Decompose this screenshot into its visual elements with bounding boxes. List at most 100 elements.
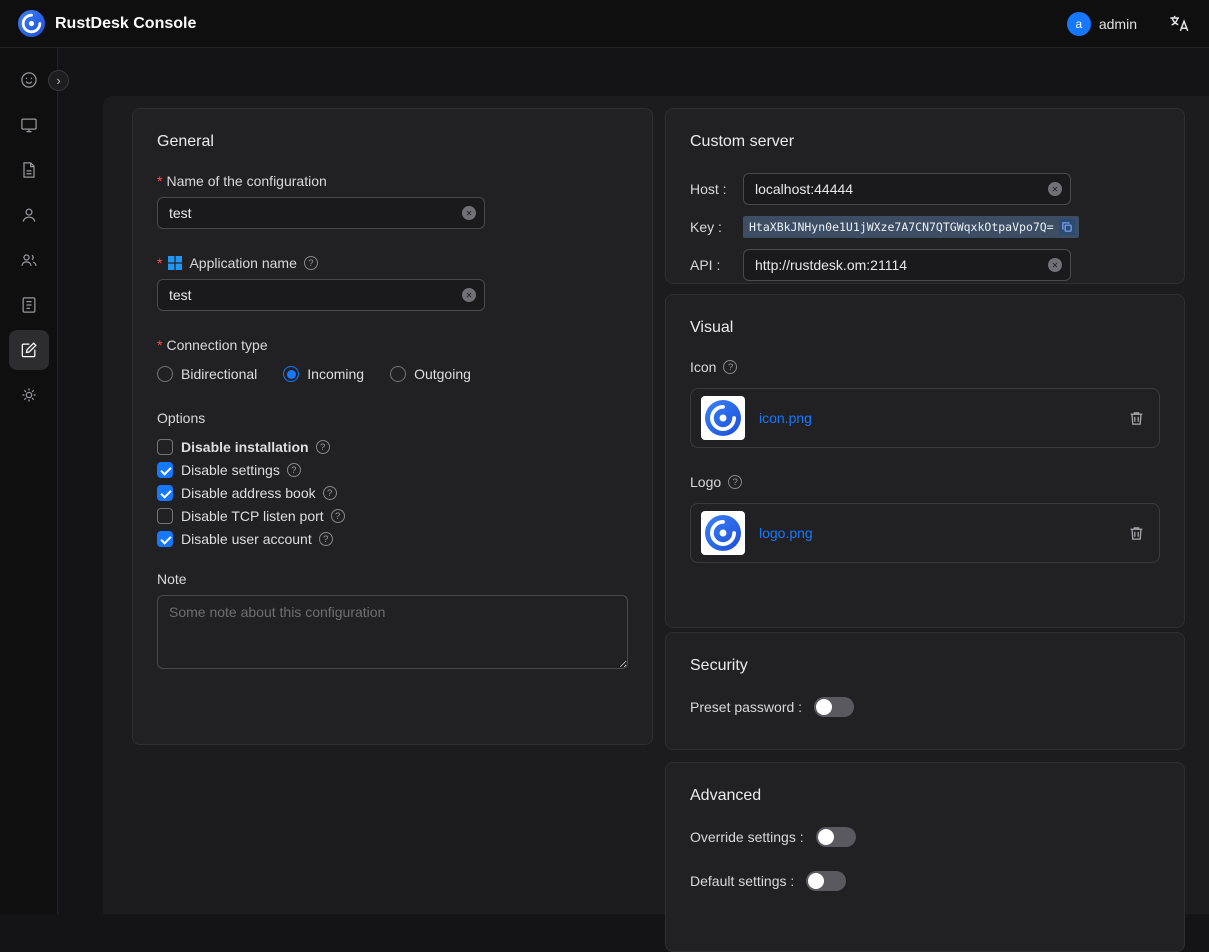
checkbox-label: Disable TCP listen port (181, 508, 324, 524)
icon-file-link[interactable]: icon.png (759, 410, 812, 426)
checkbox[interactable] (157, 485, 173, 501)
app-name-label: * Application name ? (157, 255, 628, 271)
api-field-wrap: ✕ (743, 249, 1071, 281)
required-marker: * (157, 337, 162, 353)
groups-icon (19, 250, 39, 270)
help-icon[interactable]: ? (723, 360, 737, 374)
connection-type-radio-group: Bidirectional Incoming Outgoing (157, 366, 628, 382)
option-disable-address-book: Disable address book ? (157, 485, 628, 501)
required-marker: * (157, 255, 162, 271)
radio-circle[interactable] (390, 366, 406, 382)
sidebar-item-users[interactable] (9, 195, 49, 235)
sidebar-item-settings[interactable] (9, 375, 49, 415)
rustdesk-logo-icon (705, 400, 741, 436)
checkbox[interactable] (157, 531, 173, 547)
settings-icon (19, 385, 39, 405)
preset-password-toggle[interactable] (814, 697, 854, 717)
help-icon[interactable]: ? (323, 486, 337, 500)
config-name-field-wrap: ✕ (157, 197, 485, 229)
general-card-title: General (157, 133, 628, 151)
help-icon[interactable]: ? (287, 463, 301, 477)
option-disable-tcp-listen-port: Disable TCP listen port ? (157, 508, 628, 524)
help-icon[interactable]: ? (331, 509, 345, 523)
host-field-wrap: ✕ (743, 173, 1071, 205)
windows-icon (168, 256, 182, 270)
connection-type-label: * Connection type (157, 337, 628, 353)
host-label: Host : (690, 181, 743, 197)
sidebar (0, 48, 58, 914)
rustdesk-logo-icon (18, 10, 45, 37)
option-disable-settings: Disable settings ? (157, 462, 628, 478)
radio-circle[interactable] (157, 366, 173, 382)
logo-label: Logo ? (690, 474, 1160, 490)
icon-file-thumbnail (701, 396, 745, 440)
app-title: RustDesk Console (55, 15, 196, 33)
checkbox-label: Disable installation (181, 439, 309, 455)
host-row: Host : ✕ (690, 173, 1160, 205)
copy-icon (1061, 221, 1073, 233)
clear-icon[interactable]: ✕ (462, 288, 476, 302)
api-label: API : (690, 257, 743, 273)
sidebar-item-custom-clients[interactable] (9, 330, 49, 370)
radio-circle[interactable] (283, 366, 299, 382)
security-card-title: Security (690, 657, 1160, 675)
preset-password-row: Preset password : (690, 697, 1160, 717)
config-name-input[interactable] (157, 197, 485, 229)
required-marker: * (157, 173, 162, 189)
sidebar-item-status[interactable] (9, 60, 49, 100)
app-name-input[interactable] (157, 279, 485, 311)
help-icon[interactable]: ? (316, 440, 330, 454)
override-settings-toggle[interactable] (816, 827, 856, 847)
options-label: Options (157, 410, 628, 426)
sidebar-item-audit-log[interactable] (9, 285, 49, 325)
radio-label: Bidirectional (181, 366, 257, 382)
delete-logo-file-button[interactable] (1128, 525, 1145, 542)
radio-outgoing[interactable]: Outgoing (390, 366, 471, 382)
clear-icon[interactable]: ✕ (1048, 182, 1062, 196)
option-disable-installation: Disable installation ? (157, 439, 628, 455)
copy-button[interactable] (1059, 219, 1075, 235)
logo-file-box: logo.png (690, 503, 1160, 563)
translate-icon (1168, 13, 1190, 35)
help-icon[interactable]: ? (319, 532, 333, 546)
default-settings-row: Default settings : (690, 871, 1160, 891)
advanced-card: Advanced Override settings : Default set… (665, 762, 1185, 952)
clear-icon[interactable]: ✕ (1048, 258, 1062, 272)
checkbox[interactable] (157, 462, 173, 478)
api-input[interactable] (743, 249, 1071, 281)
user-avatar[interactable]: a (1067, 12, 1091, 36)
radio-bidirectional[interactable]: Bidirectional (157, 366, 257, 382)
help-icon[interactable]: ? (728, 475, 742, 489)
note-textarea[interactable] (157, 595, 628, 669)
radio-incoming[interactable]: Incoming (283, 366, 364, 382)
host-input[interactable] (743, 173, 1071, 205)
checkbox[interactable] (157, 508, 173, 524)
delete-icon-file-button[interactable] (1128, 410, 1145, 427)
checkbox[interactable] (157, 439, 173, 455)
sidebar-expand-button[interactable]: › (48, 70, 69, 91)
language-switch-button[interactable] (1167, 12, 1191, 36)
user-name[interactable]: admin (1099, 16, 1137, 32)
sidebar-item-groups[interactable] (9, 240, 49, 280)
help-icon[interactable]: ? (304, 256, 318, 270)
radio-label: Outgoing (414, 366, 471, 382)
option-disable-user-account: Disable user account ? (157, 531, 628, 547)
preset-password-label: Preset password : (690, 699, 802, 715)
key-label: Key : (690, 219, 743, 235)
header: RustDesk Console a admin (0, 0, 1209, 48)
default-settings-label: Default settings : (690, 873, 794, 889)
rustdesk-logo-icon (705, 515, 741, 551)
key-row: Key : HtaXBkJNHyn0e1U1jWXze7A7CN7QTGWqxk… (690, 216, 1160, 238)
custom-server-card: Custom server Host : ✕ Key : HtaXBkJNHyn… (665, 108, 1185, 284)
logo-file-link[interactable]: logo.png (759, 525, 813, 541)
radio-label: Incoming (307, 366, 364, 382)
checkbox-label: Disable address book (181, 485, 316, 501)
chevron-right-icon: › (56, 74, 60, 87)
default-settings-toggle[interactable] (806, 871, 846, 891)
sidebar-item-documents[interactable] (9, 150, 49, 190)
sidebar-item-devices[interactable] (9, 105, 49, 145)
devices-icon (19, 115, 39, 135)
clear-icon[interactable]: ✕ (462, 206, 476, 220)
status-icon (19, 70, 39, 90)
logo-file-thumbnail (701, 511, 745, 555)
